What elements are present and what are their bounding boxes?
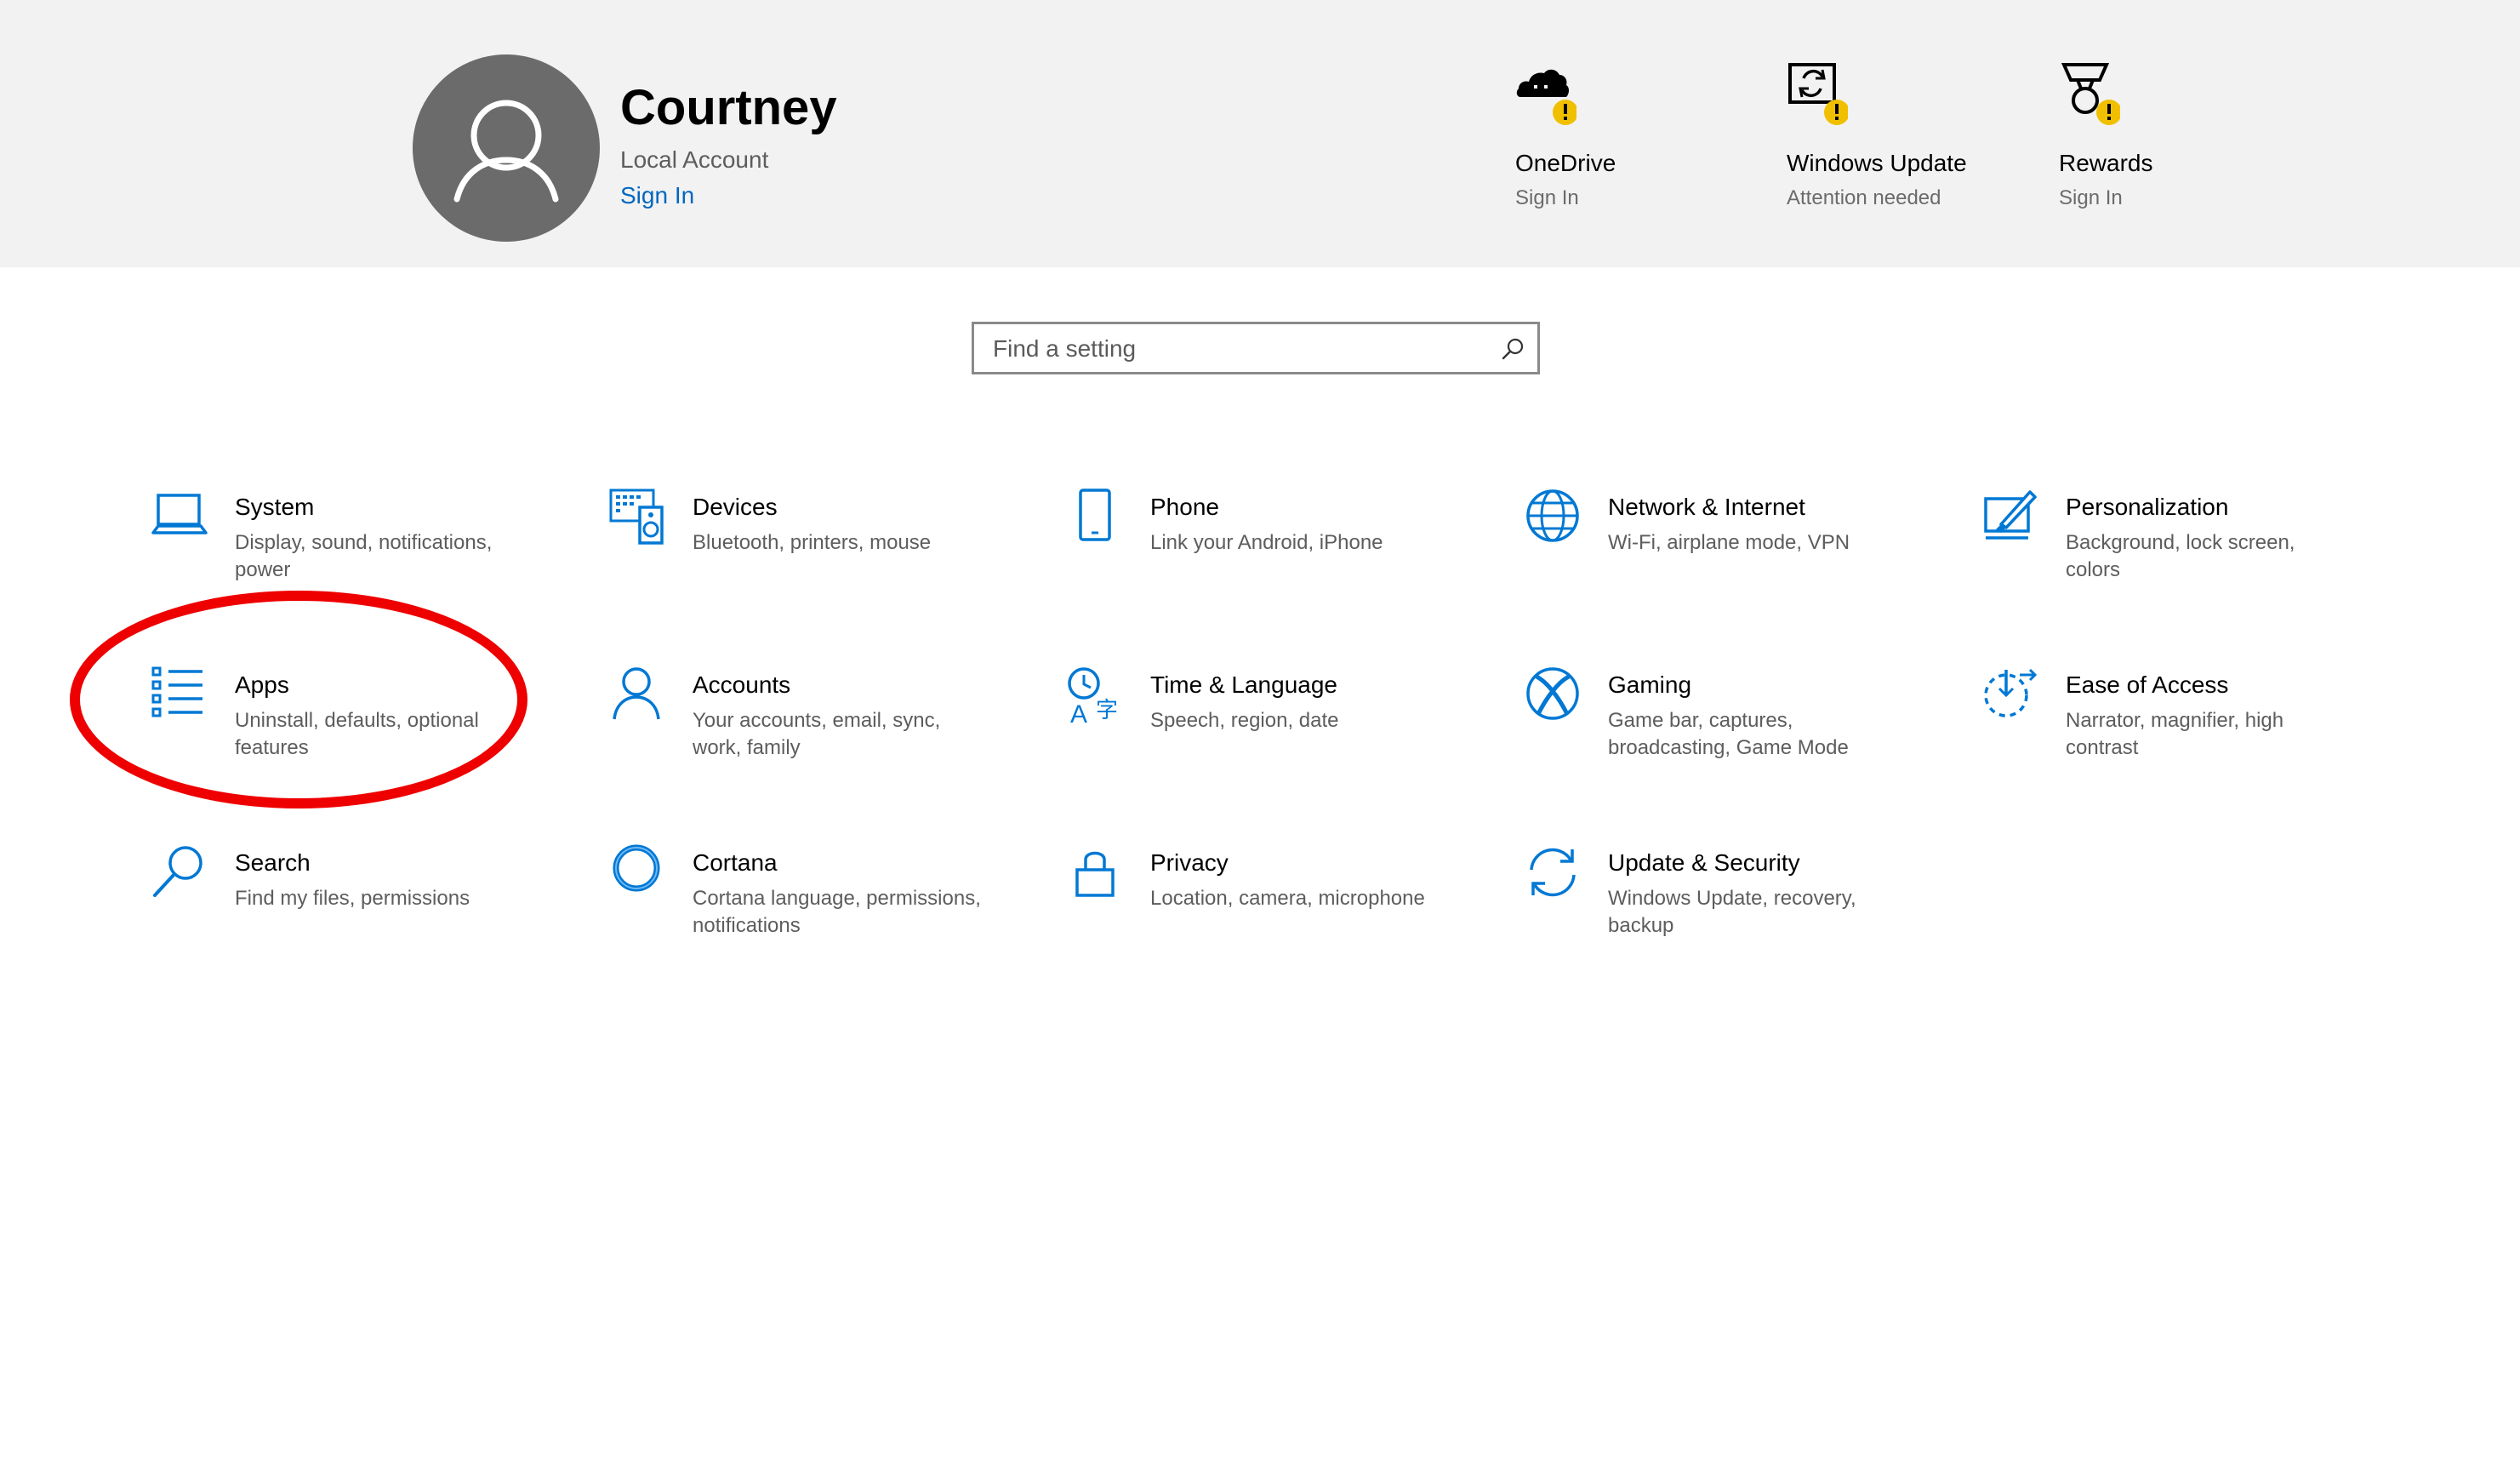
update-sync-icon <box>1530 848 1576 897</box>
onedrive-subtitle: Sign In <box>1515 186 1579 209</box>
tile-system-title: System <box>235 494 315 520</box>
tile-gaming-title: Gaming <box>1608 671 1692 698</box>
globe-icon <box>1526 489 1579 542</box>
tile-personalization-title: Personalization <box>2066 494 2229 520</box>
tile-privacy-desc: Location, camera, microphone <box>1150 887 1425 910</box>
onedrive-title: OneDrive <box>1515 150 1616 176</box>
tile-phone[interactable]: Phone Link your Android, iPhone <box>1067 489 1492 625</box>
ease-of-access-icon <box>1984 668 2038 717</box>
user-avatar[interactable] <box>413 54 600 242</box>
tile-update-security[interactable]: Update & Security Windows Update, recove… <box>1525 844 1950 980</box>
tile-time-language-desc: Speech, region, date <box>1150 709 1339 732</box>
tile-apps[interactable]: Apps Uninstall, defaults, optional featu… <box>151 666 577 803</box>
status-onedrive[interactable]: OneDrive Sign In <box>1515 54 1770 225</box>
tile-devices[interactable]: Devices Bluetooth, printers, mouse <box>609 489 1035 625</box>
tile-time-language[interactable]: A 字 Time & Language Speech, region, date <box>1067 666 1492 803</box>
tile-search-desc: Find my files, permissions <box>235 887 470 910</box>
rewards-medal-icon <box>2061 63 2120 125</box>
svg-text:字: 字 <box>1096 697 1118 723</box>
onedrive-cloud-icon <box>1516 69 1576 125</box>
tile-update-security-title: Update & Security <box>1608 849 1800 876</box>
tile-search[interactable]: Search Find my files, permissions <box>151 844 577 980</box>
user-avatar-icon <box>453 100 559 203</box>
tile-ease-of-access-title: Ease of Access <box>2066 671 2229 698</box>
windows-update-title: Windows Update <box>1787 150 1967 176</box>
rewards-subtitle: Sign In <box>2059 186 2123 209</box>
time-language-icon: A 字 <box>1068 667 1118 726</box>
tile-accounts[interactable]: Accounts Your accounts, email, sync, wor… <box>609 666 1035 803</box>
tile-cortana-title: Cortana <box>693 849 778 876</box>
tile-gaming[interactable]: Gaming Game bar, captures, broadcasting,… <box>1525 666 1950 803</box>
tile-phone-title: Phone <box>1150 494 1219 520</box>
lock-icon <box>1075 851 1115 897</box>
tile-update-security-desc: Windows Update, recovery, backup <box>1608 887 1856 937</box>
windows-update-subtitle: Attention needed <box>1787 186 1941 209</box>
devices-icon <box>609 489 664 545</box>
tile-gaming-desc: Game bar, captures, broadcasting, Game M… <box>1608 709 1849 759</box>
tile-phone-desc: Link your Android, iPhone <box>1150 531 1383 554</box>
cortana-ring-icon <box>613 844 660 892</box>
phone-icon <box>1079 489 1111 541</box>
tile-search-title: Search <box>235 849 311 876</box>
tile-privacy[interactable]: Privacy Location, camera, microphone <box>1067 844 1492 980</box>
tile-personalization[interactable]: Personalization Background, lock screen,… <box>1982 489 2408 625</box>
tile-cortana-desc: Cortana language, permissions, notificat… <box>693 887 981 937</box>
tile-cortana[interactable]: Cortana Cortana language, permissions, n… <box>609 844 1035 980</box>
tile-accounts-desc: Your accounts, email, sync, work, family <box>693 709 941 759</box>
tile-accounts-title: Accounts <box>693 671 791 698</box>
person-icon <box>613 667 660 720</box>
status-rewards[interactable]: Rewards Sign In <box>2059 54 2314 225</box>
tile-network[interactable]: Network & Internet Wi-Fi, airplane mode,… <box>1525 489 1950 625</box>
find-setting-search[interactable] <box>972 322 1540 374</box>
account-type: Local Account <box>620 146 769 173</box>
tile-apps-desc: Uninstall, defaults, optional features <box>235 709 479 759</box>
apps-list-icon <box>151 666 202 717</box>
tile-system-desc: Display, sound, notifications, power <box>235 531 493 581</box>
tile-personalization-desc: Background, lock screen, colors <box>2066 531 2295 581</box>
xbox-icon <box>1526 667 1579 720</box>
personalization-icon <box>1984 490 2037 540</box>
tile-network-desc: Wi-Fi, airplane mode, VPN <box>1608 531 1850 554</box>
search-input[interactable] <box>991 331 1480 367</box>
svg-text:A: A <box>1070 700 1087 726</box>
tile-ease-of-access-desc: Narrator, magnifier, high contrast <box>2066 709 2284 759</box>
tile-devices-desc: Bluetooth, printers, mouse <box>693 531 932 554</box>
search-icon[interactable] <box>1500 336 1525 362</box>
tile-ease-of-access[interactable]: Ease of Access Narrator, magnifier, high… <box>1982 666 2408 803</box>
status-windows-update[interactable]: Windows Update Attention needed <box>1787 54 2042 225</box>
tile-privacy-title: Privacy <box>1150 849 1229 876</box>
windows-update-icon <box>1788 63 1848 125</box>
tile-system[interactable]: System Display, sound, notifications, po… <box>151 489 577 625</box>
user-name: Courtney <box>620 80 837 135</box>
laptop-icon <box>151 494 208 534</box>
tile-apps-title: Apps <box>235 671 289 698</box>
rewards-title: Rewards <box>2059 150 2153 176</box>
search-magnifier-icon <box>153 846 202 897</box>
tile-network-title: Network & Internet <box>1608 494 1805 520</box>
tile-devices-title: Devices <box>693 494 778 520</box>
tile-time-language-title: Time & Language <box>1150 671 1337 698</box>
sign-in-link[interactable]: Sign In <box>620 180 694 211</box>
account-header: Courtney Local Account Sign In OneDrive … <box>0 0 2520 267</box>
